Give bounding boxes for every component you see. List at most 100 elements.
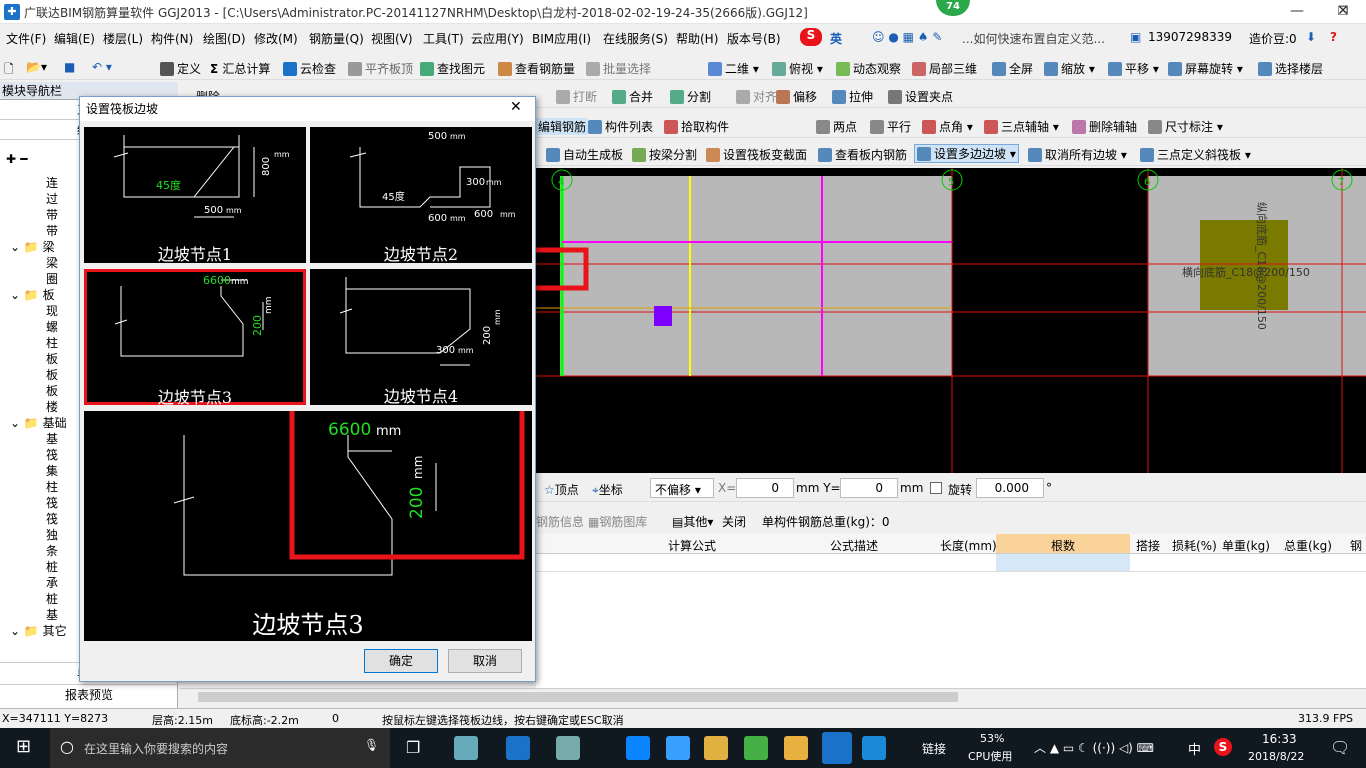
tree-item[interactable]: 承 [46,574,58,590]
offset-select[interactable]: 不偏移 ▾ [650,478,714,498]
menu-tools[interactable]: 工具(T) [423,30,464,47]
ie-icon[interactable] [506,736,530,760]
new-icon[interactable]: 🗋 [4,60,14,81]
pick-component-button[interactable]: 拾取构件 [664,118,729,135]
g-app-icon[interactable] [862,736,886,760]
glodon-active-icon[interactable] [822,732,852,764]
vertex-button[interactable]: ☆顶点 [544,481,579,498]
close-rebar-button[interactable]: 关闭 [722,513,746,530]
menu-help[interactable]: 帮助(H) [676,30,718,47]
menu-online[interactable]: 在线服务(S) [603,30,668,47]
taskbar-search[interactable]: ○ 在这里输入你要搜索的内容 🎙 [50,728,390,768]
menu-edit[interactable]: 编辑(E) [54,30,95,47]
tree-item[interactable]: 柱 [46,478,58,494]
tree-group-slab[interactable]: ⌄ 📁 板 [10,286,55,302]
tree-group-other[interactable]: ⌄ 📁 其它 [10,622,67,638]
notes-icon[interactable] [784,736,808,760]
clock-date[interactable]: 2018/8/22 [1248,750,1304,763]
tree-item[interactable]: 带 [46,222,58,238]
cloud-check-button[interactable]: 云检查 [283,60,336,77]
count-cell[interactable] [996,554,1130,571]
edit-rebar-button[interactable]: 编辑钢筋 [536,118,589,135]
split-button[interactable]: 分割 [670,88,711,105]
offset-button[interactable]: 偏移 [776,88,817,105]
col-formula[interactable]: 计算公式 [668,537,716,554]
green-app-icon[interactable] [744,736,768,760]
tree-item[interactable]: 圈 [46,270,58,286]
tree-item[interactable]: 基 [46,606,58,622]
tree-item[interactable]: 条 [46,542,58,558]
tree-item[interactable]: 过 [46,190,58,206]
dynamic-view-button[interactable]: 动态观察 [836,60,901,77]
tree-item[interactable]: 桩 [46,590,58,606]
y-input[interactable]: 0 [840,478,898,498]
point-angle-select[interactable]: 点角 ▾ [922,118,973,135]
edge-icon[interactable] [626,736,650,760]
rebar-info-button[interactable]: 钢筋信息 [536,513,584,530]
tree-item[interactable]: 桩 [46,558,58,574]
coord-button[interactable]: ⌖坐标 [592,481,623,498]
tree-group-beam[interactable]: ⌄ 📁 梁 [10,238,55,254]
tree-item[interactable]: 集 [46,462,58,478]
delete-aux-axis-button[interactable]: 删除辅轴 [1072,118,1137,135]
folder-icon[interactable] [704,736,728,760]
menu-version[interactable]: 版本号(B) [727,30,781,47]
tree-item[interactable]: 板 [46,366,58,382]
tree-item[interactable]: 板 [46,350,58,366]
zoom-select[interactable]: 缩放 ▾ [1044,60,1095,77]
slope-node-2-option[interactable]: 500 mm 300 mm 600 mm 45度 600 mm 边坡节点2 [310,127,532,264]
stretch-button[interactable]: 拉伸 [832,88,873,105]
cancel-all-slopes-select[interactable]: 取消所有边坡 ▾ [1028,146,1127,163]
col-unit-weight[interactable]: 单重(kg) [1222,537,1270,554]
user-icon[interactable]: ▣ [1130,30,1141,44]
link-label[interactable]: 链接 [922,740,946,757]
score-badge[interactable]: 74 [936,0,970,16]
app-icon[interactable] [556,736,580,760]
ime-tools-icon[interactable]: ☺ ● ▦ ♠ ✎ [872,30,942,44]
slope-node-3-option[interactable]: 6600 mm 200 mm 边坡节点3 [84,269,306,407]
col-loss[interactable]: 损耗(%) [1172,537,1217,554]
batch-select-button[interactable]: 批量选择 [586,60,651,77]
fullscreen-button[interactable]: 全屏 [992,60,1033,77]
tab-report-preview[interactable]: 报表预览 [0,684,178,704]
flush-slab-button[interactable]: 平齐板顶 [348,60,413,77]
table-row[interactable] [536,554,1366,572]
merge-button[interactable]: 合并 [612,88,653,105]
rotate-checkbox[interactable] [930,482,942,494]
task-view-icon[interactable]: ❐ [406,738,420,757]
ime-mode[interactable]: 英 [830,30,842,47]
menu-modify[interactable]: 修改(M) [254,30,298,47]
drawing-canvas[interactable]: 4 5 6 7 横向底筋_C18@200/150 纵向底筋_C18@200/15… [529,168,1366,473]
menu-component[interactable]: 构件(N) [151,30,193,47]
promo-link[interactable]: ...如何快速布置自定义范... [962,30,1105,47]
x-input[interactable]: 0 [736,478,794,498]
split-by-beam-button[interactable]: 按梁分割 [632,146,697,163]
col-total-weight[interactable]: 总重(kg) [1284,537,1332,554]
menu-cloud[interactable]: 云应用(Y) [471,30,524,47]
close-window-button[interactable]: ✕ [1320,0,1366,24]
summary-button[interactable]: Σ 汇总计算 [210,60,270,77]
phone-number[interactable]: 13907298339 [1148,30,1232,44]
expand-collapse-icon[interactable]: ✚ ━ [6,152,27,166]
define-button[interactable]: 定义 [160,60,201,77]
col-lap[interactable]: 搭接 [1136,537,1160,554]
menu-rebar-qty[interactable]: 钢筋量(Q) [309,30,364,47]
set-variable-section-button[interactable]: 设置筏板变截面 [706,146,807,163]
menu-draw[interactable]: 绘图(D) [203,30,246,47]
notification-icon[interactable]: 🗨 [1330,738,1350,757]
dimension-select[interactable]: 尺寸标注 ▾ [1148,118,1223,135]
tree-item[interactable]: 板 [46,382,58,398]
slope-node-1-option[interactable]: 45度 800 500 mm mm 边坡节点1 [84,127,306,264]
ok-button[interactable]: 确定 [364,649,438,673]
find-element-button[interactable]: 查找图元 [420,60,485,77]
sogou-tray-icon[interactable]: S [1214,738,1232,756]
ie-icon-2[interactable] [666,736,690,760]
windows-start-icon[interactable]: ⊞ [16,736,31,757]
open-icon[interactable]: 📂▾ [26,60,47,74]
help-icon[interactable]: ? [1330,30,1337,44]
minimize-button[interactable]: — [1274,0,1320,24]
view-rebar-qty-button[interactable]: 查看钢筋量 [498,60,575,77]
tree-item[interactable]: 连 [46,174,58,190]
tree-item[interactable]: 楼 [46,398,58,414]
other-select[interactable]: ▤其他▾ [672,513,713,530]
